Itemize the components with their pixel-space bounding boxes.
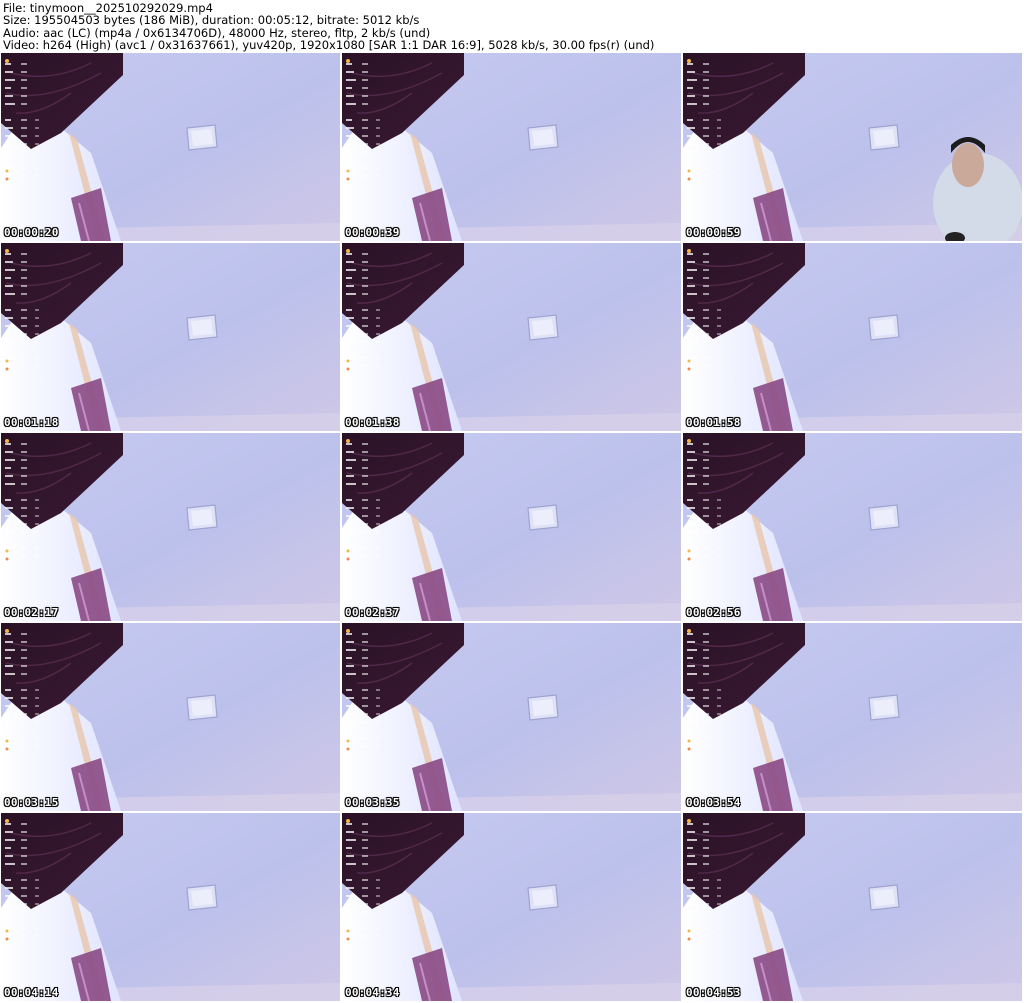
thumbnail-scene (683, 53, 1022, 241)
video-info-line: Video: h264 (High) (avc1 / 0x31637661), … (3, 37, 655, 52)
video-thumbnail: 00:00:39 (342, 53, 681, 241)
thumbnail-scene (342, 243, 681, 431)
thumbnail-scene (1, 53, 340, 241)
stream-overlay-panel (687, 439, 721, 561)
video-thumbnail: 00:04:34 (342, 813, 681, 1001)
stream-overlay-panel (346, 819, 380, 941)
thumbnail-timestamp: 00:04:53 (686, 986, 741, 999)
stream-overlay-panel (346, 59, 380, 181)
wall-vent-inner (191, 509, 213, 526)
thumbnail-scene (683, 243, 1022, 431)
thumbnail-scene (342, 433, 681, 621)
video-thumbnail: 00:02:37 (342, 433, 681, 621)
thumbnail-timestamp: 00:00:39 (345, 226, 400, 239)
thumbnail-timestamp: 00:04:34 (345, 986, 400, 999)
thumbnail-timestamp: 00:04:14 (4, 986, 59, 999)
stream-overlay-panel (5, 439, 39, 561)
thumbnail-scene (683, 433, 1022, 621)
thumbnail-timestamp: 00:01:38 (345, 416, 400, 429)
thumbnail-timestamp: 00:02:56 (686, 606, 741, 619)
thumbnail-timestamp: 00:03:54 (686, 796, 741, 809)
stream-overlay-panel (687, 249, 721, 371)
wall-vent-inner (532, 509, 554, 526)
file-size-line: Size: 195504503 bytes (186 MiB), duratio… (3, 13, 420, 28)
video-thumbnail: 00:01:18 (1, 243, 340, 431)
wall-vent-inner (532, 699, 554, 716)
thumbnail-scene (342, 813, 681, 1001)
video-thumbnail: 00:00:59 (683, 53, 1022, 241)
wall-vent-inner (191, 889, 213, 906)
stream-overlay-panel (5, 629, 39, 751)
thumbnail-timestamp: 00:03:35 (345, 796, 400, 809)
video-thumbnail: 00:03:54 (683, 623, 1022, 811)
video-thumbnail: 00:02:17 (1, 433, 340, 621)
thumbnail-scene (683, 813, 1022, 1001)
wall-vent-inner (532, 889, 554, 906)
stream-overlay-panel (346, 439, 380, 561)
video-thumbnail: 00:03:35 (342, 623, 681, 811)
stream-overlay-panel (346, 249, 380, 371)
thumbnail-scene (1, 243, 340, 431)
thumbnail-grid: 00:00:20 00:00:39 00:00:59 00:01:18 00:01:38… (1, 53, 1023, 1003)
wall-vent-inner (873, 699, 895, 716)
wall-vent-inner (532, 319, 554, 336)
thumbnail-scene (1, 433, 340, 621)
wall-vent-inner (191, 699, 213, 716)
video-thumbnail: 00:00:20 (1, 53, 340, 241)
video-thumbnail: 00:04:14 (1, 813, 340, 1001)
video-thumbnail: 00:04:53 (683, 813, 1022, 1001)
thumbnail-scene (683, 623, 1022, 811)
wall-vent-inner (191, 319, 213, 336)
stream-overlay-panel (687, 59, 721, 181)
thumbnail-timestamp: 00:02:37 (345, 606, 400, 619)
thumbnail-scene (1, 623, 340, 811)
file-info-header: File: tinymoon__202510292029.mp4 Size: 1… (3, 2, 1021, 52)
wall-vent-inner (873, 129, 895, 146)
thumbnail-scene (342, 53, 681, 241)
thumbnail-timestamp: 00:01:58 (686, 416, 741, 429)
video-thumbnail: 00:01:38 (342, 243, 681, 431)
wall-vent-inner (532, 129, 554, 146)
stream-overlay-panel (5, 59, 39, 181)
thumbnail-timestamp: 00:02:17 (4, 606, 59, 619)
video-thumbnail: 00:03:15 (1, 623, 340, 811)
video-thumbnail: 00:02:56 (683, 433, 1022, 621)
stream-overlay-panel (5, 249, 39, 371)
thumbnail-timestamp: 00:03:15 (4, 796, 59, 809)
thumbnail-scene (342, 623, 681, 811)
stream-overlay-panel (346, 629, 380, 751)
wall-vent-inner (873, 889, 895, 906)
stream-overlay-panel (5, 819, 39, 941)
stream-overlay-panel (687, 629, 721, 751)
thumbnail-timestamp: 00:00:59 (686, 226, 741, 239)
wall-vent-inner (873, 509, 895, 526)
thumbnail-timestamp: 00:01:18 (4, 416, 59, 429)
video-thumbnail: 00:01:58 (683, 243, 1022, 431)
thumbnail-scene (1, 813, 340, 1001)
stream-overlay-panel (687, 819, 721, 941)
wall-vent-inner (873, 319, 895, 336)
thumbnail-timestamp: 00:00:20 (4, 226, 59, 239)
wall-vent-inner (191, 129, 213, 146)
